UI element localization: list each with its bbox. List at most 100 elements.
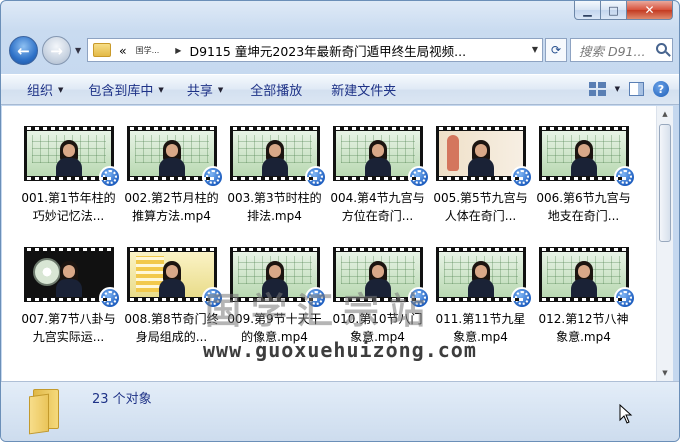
file-item[interactable]: 004.第4节九宫与方位在奇门... xyxy=(326,126,430,225)
video-thumbnail xyxy=(229,247,327,309)
file-name: 012.第12节八神象意.mp4 xyxy=(538,312,629,344)
file-item[interactable]: 011.第11节九星象意.mp4 xyxy=(429,247,533,346)
refresh-button[interactable]: ⟳ xyxy=(545,38,567,62)
presenter-image xyxy=(570,140,597,176)
close-button[interactable]: ✕ xyxy=(627,1,673,20)
change-view-icon[interactable] xyxy=(588,82,606,96)
refresh-icon: ⟳ xyxy=(550,43,562,57)
video-thumbnail xyxy=(435,126,533,188)
presenter-image xyxy=(570,261,597,297)
media-player-badge-icon xyxy=(613,287,636,309)
address-bar[interactable]: « 国学... ▶ D9115 童坤元2023年最新奇门遁甲终生局视频... ▼ xyxy=(87,38,543,62)
folder-icon xyxy=(29,389,63,435)
video-frame xyxy=(129,252,214,297)
media-player-badge-icon xyxy=(201,166,224,188)
media-player-badge-icon xyxy=(98,166,121,188)
file-item[interactable]: 007.第7节八卦与九宫实际运... xyxy=(17,247,121,346)
presenter-image xyxy=(55,261,82,297)
file-item[interactable]: 010.第10节八门象意.mp4 xyxy=(326,247,430,346)
address-history-chevron-icon[interactable]: ▼ xyxy=(532,45,538,54)
file-item[interactable]: 006.第6节九宫与地支在奇门... xyxy=(532,126,636,225)
vertical-scrollbar[interactable]: ▲ ▼ xyxy=(656,106,673,381)
video-frame xyxy=(335,252,420,297)
play-all-button[interactable]: 全部播放 xyxy=(232,75,311,104)
file-item[interactable]: 001.第1节年柱的巧妙记忆法... xyxy=(17,126,121,225)
presenter-image xyxy=(55,140,82,176)
explorer-window: ▁ □ ✕ ← → ▼ « 国学... ▶ D9115 童坤元2023年最新奇门… xyxy=(0,0,680,442)
video-frame xyxy=(232,131,317,176)
media-player-badge-icon xyxy=(304,287,327,309)
include-in-library-button[interactable]: 包含到库中 ▼ xyxy=(72,75,172,104)
video-thumbnail xyxy=(229,126,327,188)
file-name: 003.第3节时柱的排法.mp4 xyxy=(227,191,322,223)
presenter-image xyxy=(467,261,494,297)
video-frame xyxy=(232,252,317,297)
scroll-up-icon[interactable]: ▲ xyxy=(657,106,673,122)
organize-label: 组织 xyxy=(27,84,54,99)
file-item[interactable]: 012.第12节八神象意.mp4 xyxy=(532,247,636,346)
include-library-label: 包含到库中 xyxy=(88,84,154,99)
breadcrumb-separator-icon[interactable]: ▶ xyxy=(175,46,181,55)
file-list[interactable]: 001.第1节年柱的巧妙记忆法... 002.第2节月柱的推算方法.mp4 003.… xyxy=(2,106,656,381)
media-player-badge-icon xyxy=(304,166,327,188)
file-item[interactable]: 003.第3节时柱的排法.mp4 xyxy=(223,126,327,225)
file-item[interactable]: 002.第2节月柱的推算方法.mp4 xyxy=(120,126,224,225)
file-name: 002.第2节月柱的推算方法.mp4 xyxy=(124,191,219,223)
back-button[interactable]: ← xyxy=(9,36,38,65)
search-placeholder: 搜索 D91... xyxy=(579,43,646,59)
minimize-button[interactable]: ▁ xyxy=(574,1,601,20)
file-name: 005.第5节九宫与人体在奇门... xyxy=(433,191,528,223)
file-item[interactable]: 005.第5节九宫与人体在奇门... xyxy=(429,126,533,225)
video-thumbnail xyxy=(126,126,224,188)
breadcrumb-overflow[interactable]: « xyxy=(119,43,127,58)
new-folder-label: 新建文件夹 xyxy=(331,84,397,99)
organize-button[interactable]: 组织 ▼ xyxy=(1,75,72,104)
breadcrumb-item-current[interactable]: D9115 童坤元2023年最新奇门遁甲终生局视频... xyxy=(189,41,466,60)
breadcrumb-item-parent[interactable]: 国学... xyxy=(136,45,160,56)
media-player-badge-icon xyxy=(98,287,121,309)
presenter-image xyxy=(158,261,185,297)
folder-icon xyxy=(93,43,111,57)
presenter-image xyxy=(261,261,288,297)
video-frame xyxy=(335,131,420,176)
file-name: 009.第9节十天干的像意.mp4 xyxy=(227,312,322,344)
file-name: 010.第10节八门象意.mp4 xyxy=(332,312,423,344)
preview-pane-icon[interactable] xyxy=(629,82,644,96)
search-input[interactable]: 搜索 D91... xyxy=(570,38,673,62)
arrow-left-icon: ← xyxy=(17,41,30,60)
presenter-image xyxy=(364,261,391,297)
scroll-thumb[interactable] xyxy=(659,124,671,242)
help-icon[interactable]: ? xyxy=(653,81,669,97)
video-thumbnail xyxy=(126,247,224,309)
presenter-image xyxy=(158,140,185,176)
media-player-badge-icon xyxy=(510,166,533,188)
video-thumbnail xyxy=(538,247,636,309)
new-folder-button[interactable]: 新建文件夹 xyxy=(311,75,405,104)
search-icon xyxy=(656,43,667,54)
forward-button[interactable]: → xyxy=(42,36,71,65)
video-thumbnail xyxy=(23,126,121,188)
file-name: 006.第6节九宫与地支在奇门... xyxy=(536,191,631,223)
media-player-badge-icon xyxy=(613,166,636,188)
maximize-button[interactable]: □ xyxy=(601,1,627,20)
file-item[interactable]: 009.第9节十天干的像意.mp4 xyxy=(223,247,327,346)
caption-buttons: ▁ □ ✕ xyxy=(574,1,673,20)
file-item[interactable]: 008.第8节奇门终身局组成的... xyxy=(120,247,224,346)
navigation-bar: ← → ▼ « 国学... ▶ D9115 童坤元2023年最新奇门遁甲终生局视… xyxy=(9,31,673,67)
dropdown-arrow-icon: ▼ xyxy=(58,85,64,94)
video-thumbnail xyxy=(332,247,430,309)
file-name: 011.第11节九星象意.mp4 xyxy=(435,312,526,344)
file-name: 007.第7节八卦与九宫实际运... xyxy=(21,312,116,344)
details-pane: 23 个对象 xyxy=(1,381,679,441)
recent-pages-chevron-icon[interactable]: ▼ xyxy=(75,46,81,55)
share-button[interactable]: 共享 ▼ xyxy=(173,75,232,104)
view-options-chevron-icon[interactable]: ▼ xyxy=(615,85,620,93)
scroll-down-icon[interactable]: ▼ xyxy=(657,365,673,381)
share-label: 共享 xyxy=(186,84,213,99)
play-all-label: 全部播放 xyxy=(250,84,303,99)
video-thumbnail xyxy=(435,247,533,309)
video-frame xyxy=(27,252,111,297)
media-player-badge-icon xyxy=(407,166,430,188)
video-frame xyxy=(541,252,626,297)
breadcrumb: « 国学... ▶ D9115 童坤元2023年最新奇门遁甲终生局视频... xyxy=(119,41,466,60)
